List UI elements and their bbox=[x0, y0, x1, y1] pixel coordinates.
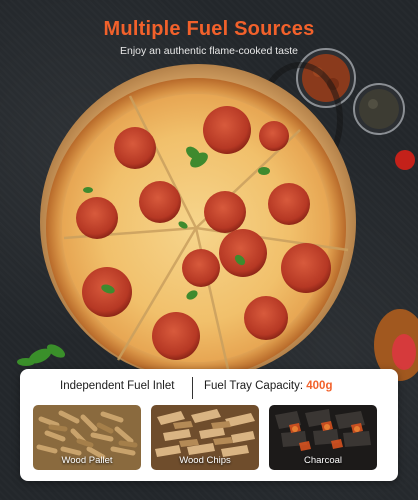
fuel-capacity-feature: Fuel Tray Capacity: 400g bbox=[204, 380, 332, 392]
page-title: Multiple Fuel Sources bbox=[103, 18, 315, 40]
fuel-label-wood-pallet: Wood Pallet bbox=[61, 455, 113, 466]
feature-divider bbox=[192, 377, 193, 399]
tomato-garnish bbox=[395, 150, 415, 170]
fuel-tile-wood-chips: Wood Chips bbox=[151, 405, 259, 470]
capacity-label: Fuel Tray Capacity: bbox=[204, 380, 307, 392]
pizza bbox=[46, 78, 349, 379]
fuel-tile-wood-pallet: Wood Pallet bbox=[33, 405, 141, 470]
page-subtitle: Enjoy an authentic flame-cooked taste bbox=[119, 45, 299, 57]
fuel-tile-charcoal: Charcoal bbox=[269, 405, 377, 470]
fuel-label-wood-chips: Wood Chips bbox=[179, 455, 231, 466]
capacity-value: 400g bbox=[306, 380, 333, 392]
fuel-info-panel: Independent Fuel Inlet Fuel Tray Capacit… bbox=[20, 369, 398, 481]
fuel-label-charcoal: Charcoal bbox=[303, 455, 343, 466]
spice-bowl-pepper bbox=[353, 83, 405, 135]
herb-garnish bbox=[17, 344, 66, 366]
fuel-inlet-feature: Independent Fuel Inlet bbox=[60, 380, 175, 392]
